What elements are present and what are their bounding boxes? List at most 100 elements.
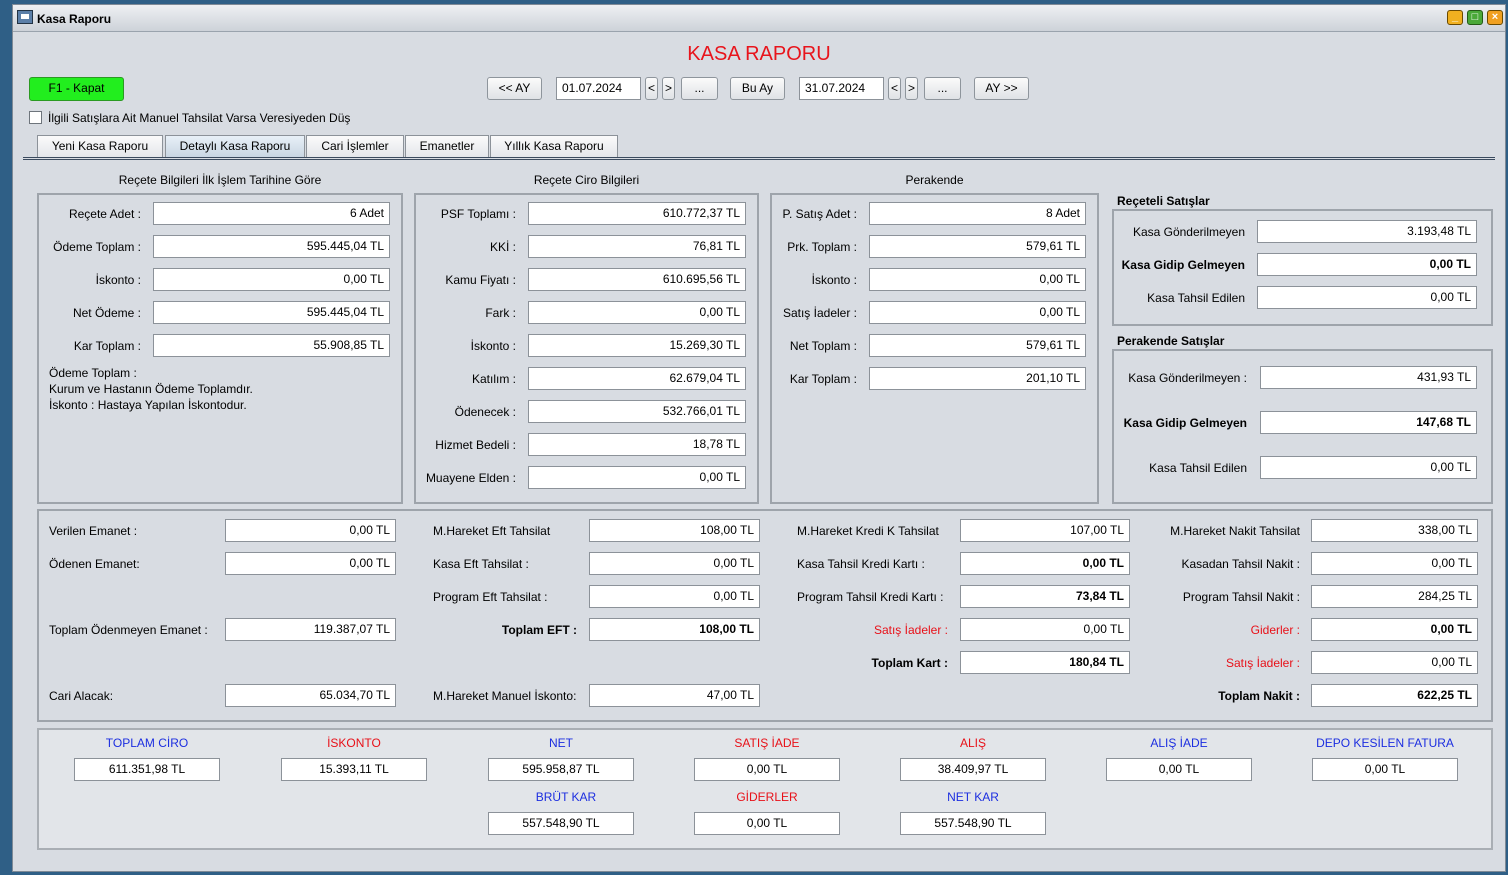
toplam-kart-field[interactable]: 180,84 TL xyxy=(960,651,1130,674)
prk-toplam-label: Prk. Toplam : xyxy=(787,240,857,254)
veresiye-checkbox[interactable] xyxy=(29,111,42,124)
tab-detayli-kasa-raporu[interactable]: Detaylı Kasa Raporu xyxy=(165,135,305,157)
recete-adet-field[interactable]: 6 Adet xyxy=(153,202,390,225)
muayene-elden-label: Muayene Elden : xyxy=(425,471,516,485)
prk-satis-iadeler-field[interactable]: 0,00 TL xyxy=(869,301,1086,324)
kasa-tahsil-kredi-field[interactable]: 0,00 TL xyxy=(960,552,1130,575)
depo-kesilen-fatura-label: DEPO KESİLEN FATURA xyxy=(1316,736,1454,750)
giderler-label: Giderler : xyxy=(1250,623,1300,637)
toplam-nakit-label: Toplam Nakit : xyxy=(1218,689,1300,703)
toplam-ciro-field[interactable]: 611.351,98 TL xyxy=(74,758,220,781)
kamu-fiyati-label: Kamu Fiyatı : xyxy=(445,273,516,287)
prev-month-button[interactable]: << AY xyxy=(487,77,542,100)
brut-kar-field[interactable]: 557.548,90 TL xyxy=(488,812,634,835)
verilen-emanet-field[interactable]: 0,00 TL xyxy=(225,519,396,542)
ps-kasa-gonderilmeyen-label: Kasa Gönderilmeyen : xyxy=(1128,371,1247,385)
brut-kar-label: BRÜT KAR xyxy=(535,790,597,804)
prk-iskonto-field[interactable]: 0,00 TL xyxy=(869,268,1086,291)
minimize-icon[interactable]: _ xyxy=(1447,10,1463,25)
summary-alis-iade-field[interactable]: 0,00 TL xyxy=(1106,758,1252,781)
next-month-button[interactable]: AY >> xyxy=(974,77,1029,100)
odeme-toplam-field[interactable]: 595.445,04 TL xyxy=(153,235,390,258)
start-date-next-button[interactable]: > xyxy=(662,77,675,100)
summary-giderler-field[interactable]: 0,00 TL xyxy=(694,812,840,835)
net-odeme-field[interactable]: 595.445,04 TL xyxy=(153,301,390,324)
ps-kasa-gidip-gelmeyen-label: Kasa Gidip Gelmeyen xyxy=(1123,416,1247,430)
rs-kasa-tahsil-edilen-field[interactable]: 0,00 TL xyxy=(1257,286,1477,309)
kasa-eft-field[interactable]: 0,00 TL xyxy=(589,552,760,575)
summary-iskonto-field[interactable]: 15.393,11 TL xyxy=(281,758,427,781)
prk-kar-toplam-field[interactable]: 201,10 TL xyxy=(869,367,1086,390)
summary-net-field[interactable]: 595.958,87 TL xyxy=(488,758,634,781)
hizmet-bedeli-field[interactable]: 18,78 TL xyxy=(528,433,746,456)
summary-satis-iade-field[interactable]: 0,00 TL xyxy=(694,758,840,781)
cari-alacak-field[interactable]: 65.034,70 TL xyxy=(225,684,396,707)
kasadan-tahsil-nakit-field[interactable]: 0,00 TL xyxy=(1311,552,1478,575)
giderler-field[interactable]: 0,00 TL xyxy=(1311,618,1478,641)
p-satis-adet-label: P. Satış Adet : xyxy=(782,207,858,221)
toplam-eft-field[interactable]: 108,00 TL xyxy=(589,618,760,641)
prk-toplam-field[interactable]: 579,61 TL xyxy=(869,235,1086,258)
kki-field[interactable]: 76,81 TL xyxy=(528,235,746,258)
program-tahsil-nakit-field[interactable]: 284,25 TL xyxy=(1311,585,1478,608)
toplam-odenmeyen-emanet-field[interactable]: 119.387,07 TL xyxy=(225,618,396,641)
kasa-raporu-window: Kasa Raporu _ □ × KASA RAPORU F1 - Kapat… xyxy=(12,4,1506,872)
depo-kesilen-fatura-field[interactable]: 0,00 TL xyxy=(1312,758,1458,781)
tab-cari-islemler[interactable]: Cari İşlemler xyxy=(306,135,404,157)
fark-field[interactable]: 0,00 TL xyxy=(528,301,746,324)
ps-kasa-gidip-gelmeyen-field[interactable]: 147,68 TL xyxy=(1260,411,1477,434)
report-title: KASA RAPORU xyxy=(687,43,831,65)
end-date-next-button[interactable]: > xyxy=(905,77,918,100)
close-icon[interactable]: × xyxy=(1487,10,1503,25)
end-date-field[interactable]: 31.07.2024 xyxy=(799,77,884,100)
end-date-prev-button[interactable]: < xyxy=(888,77,901,100)
tab-emanetler[interactable]: Emanetler xyxy=(405,135,489,157)
verilen-emanet-label: Verilen Emanet : xyxy=(49,524,138,538)
prk-kar-toplam-label: Kar Toplam : xyxy=(789,372,857,386)
rs-kasa-gidip-gelmeyen-field[interactable]: 0,00 TL xyxy=(1257,253,1477,276)
program-eft-field[interactable]: 0,00 TL xyxy=(589,585,760,608)
recete-kar-toplam-field[interactable]: 55.908,85 TL xyxy=(153,334,390,357)
odenecek-field[interactable]: 532.766,01 TL xyxy=(528,400,746,423)
title-bar[interactable]: Kasa Raporu _ □ × xyxy=(13,5,1505,32)
summary-iskonto-label: İSKONTO xyxy=(327,736,381,750)
muayene-elden-field[interactable]: 0,00 TL xyxy=(528,466,746,489)
end-date-picker-button[interactable]: ... xyxy=(924,77,961,100)
mhareket-nakit-field[interactable]: 338,00 TL xyxy=(1311,519,1478,542)
prk-net-toplam-field[interactable]: 579,61 TL xyxy=(869,334,1086,357)
start-date-prev-button[interactable]: < xyxy=(645,77,658,100)
ps-kasa-gonderilmeyen-field[interactable]: 431,93 TL xyxy=(1260,366,1477,389)
start-date-picker-button[interactable]: ... xyxy=(681,77,718,100)
tab-yillik-kasa-raporu[interactable]: Yıllık Kasa Raporu xyxy=(490,135,618,157)
ciro-iskonto-field[interactable]: 15.269,30 TL xyxy=(528,334,746,357)
toplam-nakit-field[interactable]: 622,25 TL xyxy=(1311,684,1478,707)
odenen-emanet-field[interactable]: 0,00 TL xyxy=(225,552,396,575)
mhareket-kredi-label: M.Hareket Kredi K Tahsilat xyxy=(797,524,939,538)
rs-kasa-gonderilmeyen-field[interactable]: 3.193,48 TL xyxy=(1257,220,1477,243)
maximize-icon[interactable]: □ xyxy=(1467,10,1483,25)
nakit-satis-iadeler-field[interactable]: 0,00 TL xyxy=(1311,651,1478,674)
p-satis-adet-field[interactable]: 8 Adet xyxy=(869,202,1086,225)
net-kar-field[interactable]: 557.548,90 TL xyxy=(900,812,1046,835)
kart-satis-iadeler-field[interactable]: 0,00 TL xyxy=(960,618,1130,641)
program-tahsil-kredi-field[interactable]: 73,84 TL xyxy=(960,585,1130,608)
mhareket-manuel-iskonto-field[interactable]: 47,00 TL xyxy=(589,684,760,707)
net-odeme-label: Net Ödeme : xyxy=(72,306,141,320)
recete-iskonto-field[interactable]: 0,00 TL xyxy=(153,268,390,291)
kamu-fiyati-field[interactable]: 610.695,56 TL xyxy=(528,268,746,291)
psf-toplam-field[interactable]: 610.772,37 TL xyxy=(528,202,746,225)
tab-yeni-kasa-raporu[interactable]: Yeni Kasa Raporu xyxy=(37,135,163,157)
katilim-field[interactable]: 62.679,04 TL xyxy=(528,367,746,390)
summary-alis-iade-label: ALIŞ İADE xyxy=(1150,736,1208,750)
this-month-button[interactable]: Bu Ay xyxy=(730,77,785,100)
mhareket-kredi-field[interactable]: 107,00 TL xyxy=(960,519,1130,542)
start-date-field[interactable]: 01.07.2024 xyxy=(556,77,641,100)
net-kar-label: NET KAR xyxy=(947,790,999,804)
ciro-iskonto-label: İskonto : xyxy=(470,339,516,353)
summary-alis-field[interactable]: 38.409,97 TL xyxy=(900,758,1046,781)
close-button[interactable]: F1 - Kapat xyxy=(29,77,124,101)
perakende-title: Perakende xyxy=(905,173,964,187)
summary-giderler-label: GİDERLER xyxy=(736,790,798,804)
ps-kasa-tahsil-edilen-field[interactable]: 0,00 TL xyxy=(1260,456,1477,479)
mhareket-eft-field[interactable]: 108,00 TL xyxy=(589,519,760,542)
